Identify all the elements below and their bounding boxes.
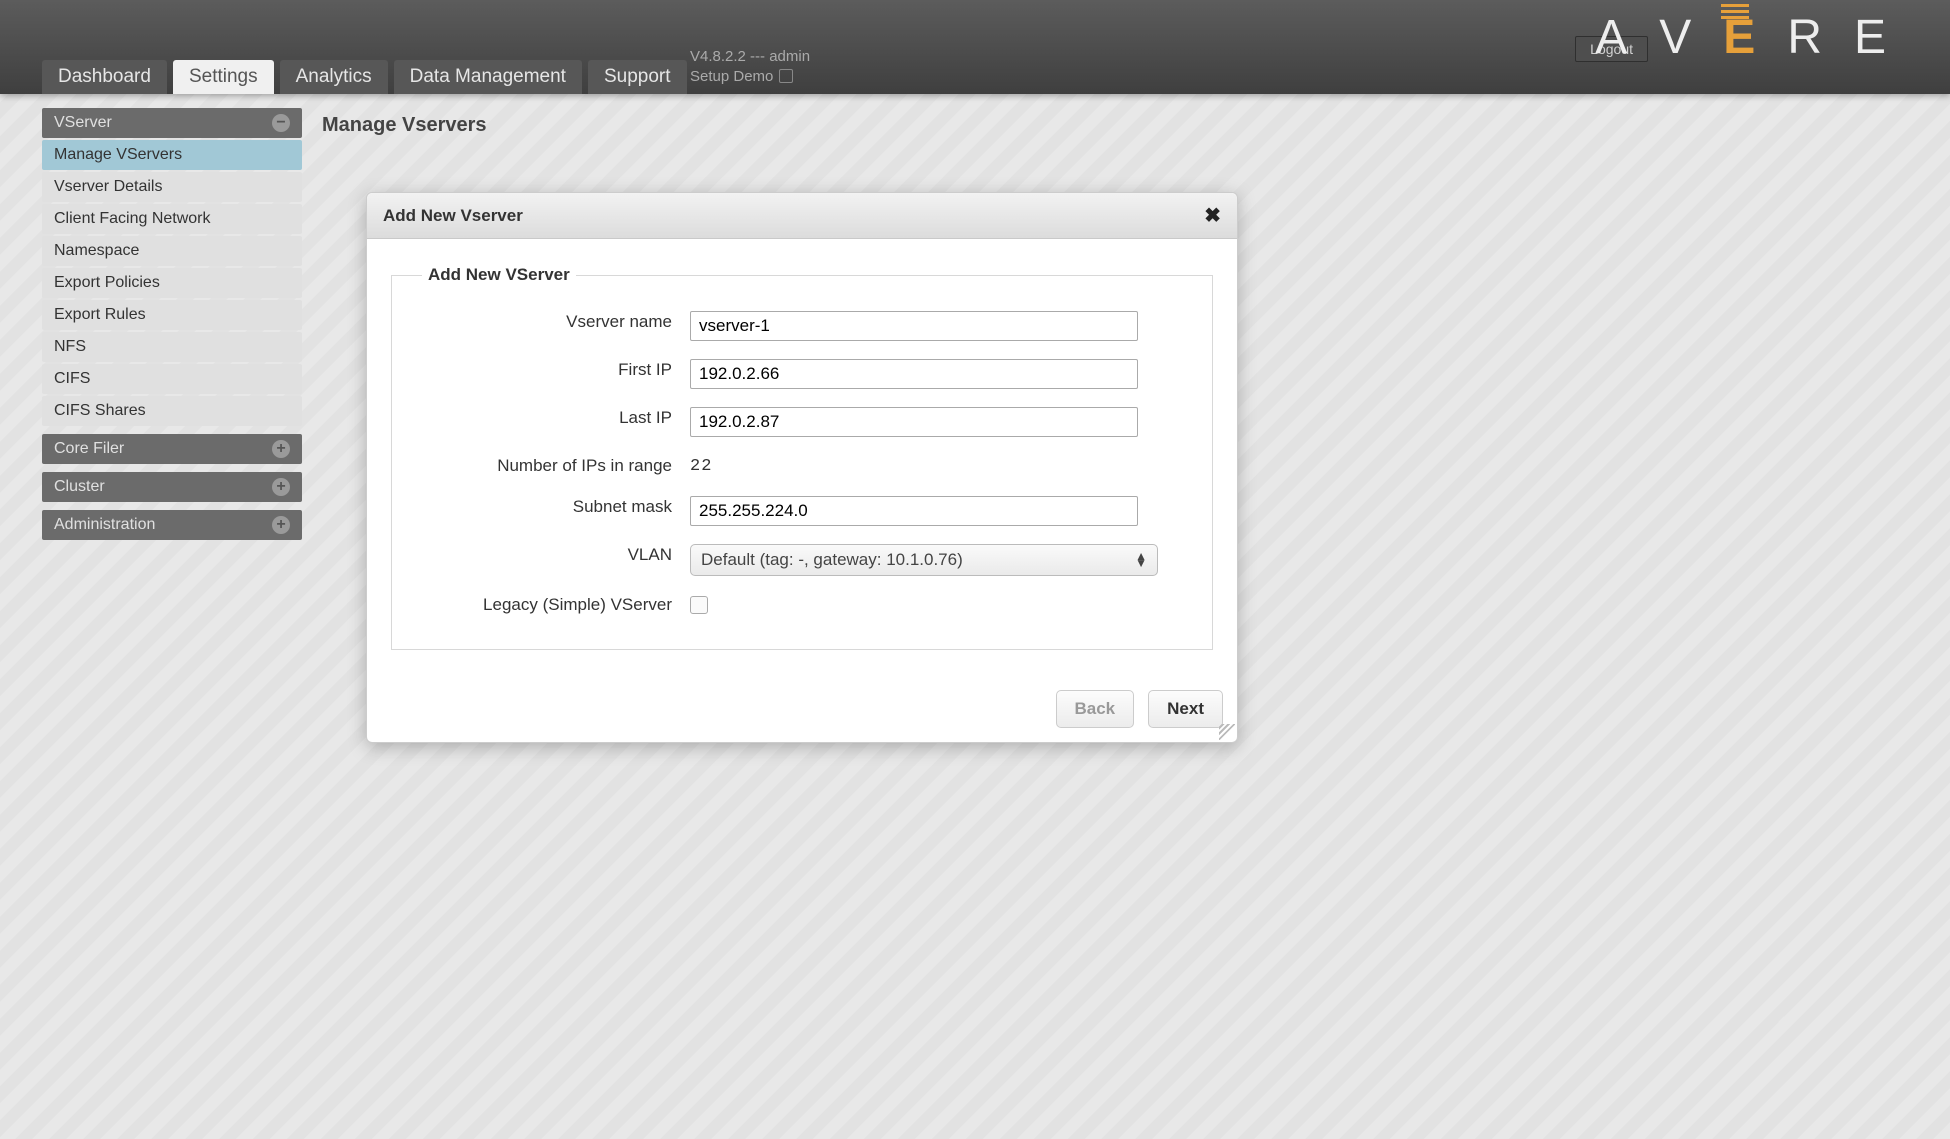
dialog-titlebar[interactable]: Add New Vserver ✖	[367, 193, 1237, 239]
label-legacy: Legacy (Simple) VServer	[422, 594, 690, 617]
back-button[interactable]: Back	[1056, 690, 1135, 728]
sidebar-item-nfs[interactable]: NFS	[42, 332, 302, 362]
subnet-input[interactable]	[690, 496, 1138, 526]
legacy-checkbox[interactable]	[690, 596, 708, 614]
plus-icon: +	[272, 516, 290, 534]
nav-section-vserver[interactable]: VServer −	[42, 108, 302, 138]
plus-icon: +	[272, 440, 290, 458]
nav-section-label: Cluster	[54, 478, 105, 496]
nav-section-administration[interactable]: Administration +	[42, 510, 302, 540]
logo-letter-a: A	[1595, 10, 1651, 65]
sidebar-item-export-rules[interactable]: Export Rules	[42, 300, 302, 330]
add-vserver-dialog: Add New Vserver ✖ Add New VServer Vserve…	[366, 192, 1238, 743]
meta-setup: Setup Demo	[690, 67, 773, 87]
tab-analytics[interactable]: Analytics	[280, 60, 388, 94]
sidebar-item-cifs-shares[interactable]: CIFS Shares	[42, 396, 302, 426]
fieldset-legend: Add New VServer	[422, 265, 576, 285]
meta-version: V4.8.2.2 --- admin	[690, 47, 810, 67]
brand-logo: A V E R E	[1595, 10, 1910, 65]
resize-grip-icon[interactable]	[1219, 724, 1235, 740]
last-ip-input[interactable]	[690, 407, 1138, 437]
tab-data-management[interactable]: Data Management	[394, 60, 582, 94]
page-title: Manage Vservers	[322, 114, 1950, 137]
label-last-ip: Last IP	[422, 407, 690, 430]
dialog-title-text: Add New Vserver	[383, 206, 523, 226]
logo-letter-e2: E	[1854, 10, 1910, 65]
sidebar-item-namespace[interactable]: Namespace	[42, 236, 302, 266]
header-bar: Logout A V E R E Dashboard Settings Anal…	[0, 0, 1950, 94]
nav-section-label: Core Filer	[54, 440, 124, 458]
label-subnet: Subnet mask	[422, 496, 690, 519]
plus-icon: +	[272, 478, 290, 496]
nav-section-core-filer[interactable]: Core Filer +	[42, 434, 302, 464]
logo-letter-e: E	[1723, 10, 1779, 65]
vserver-name-input[interactable]	[690, 311, 1138, 341]
tab-settings[interactable]: Settings	[173, 60, 274, 94]
sidebar-item-client-facing-network[interactable]: Client Facing Network	[42, 204, 302, 234]
sidebar-item-manage-vservers[interactable]: Manage VServers	[42, 140, 302, 170]
chevron-updown-icon: ▲▼	[1135, 553, 1147, 567]
next-button[interactable]: Next	[1148, 690, 1223, 728]
ip-count-value: 22	[690, 455, 1182, 476]
logo-bars-icon	[1721, 4, 1749, 19]
main-tabs: Dashboard Settings Analytics Data Manage…	[42, 60, 687, 94]
label-first-ip: First IP	[422, 359, 690, 382]
sidebar-item-export-policies[interactable]: Export Policies	[42, 268, 302, 298]
setup-demo-icon	[779, 69, 793, 83]
label-ip-count: Number of IPs in range	[422, 455, 690, 478]
first-ip-input[interactable]	[690, 359, 1138, 389]
vlan-selected-text: Default (tag: -, gateway: 10.1.0.76)	[701, 550, 963, 570]
logo-letter-r: R	[1787, 10, 1846, 65]
nav-section-label: Administration	[54, 516, 155, 534]
logo-letter-v: V	[1659, 10, 1715, 65]
nav-section-cluster[interactable]: Cluster +	[42, 472, 302, 502]
close-icon[interactable]: ✖	[1204, 203, 1221, 228]
label-vlan: VLAN	[422, 544, 690, 567]
label-vserver-name: Vserver name	[422, 311, 690, 334]
tab-support[interactable]: Support	[588, 60, 687, 94]
tab-dashboard[interactable]: Dashboard	[42, 60, 167, 94]
add-vserver-fieldset: Add New VServer Vserver name First IP	[391, 265, 1213, 650]
minus-icon: −	[272, 114, 290, 132]
sidebar-item-vserver-details[interactable]: Vserver Details	[42, 172, 302, 202]
nav-section-label: VServer	[54, 114, 112, 132]
header-meta: V4.8.2.2 --- admin Setup Demo	[690, 47, 810, 86]
sidebar: VServer − Manage VServers Vserver Detail…	[42, 108, 302, 540]
vlan-select[interactable]: Default (tag: -, gateway: 10.1.0.76) ▲▼	[690, 544, 1158, 576]
sidebar-item-cifs[interactable]: CIFS	[42, 364, 302, 394]
